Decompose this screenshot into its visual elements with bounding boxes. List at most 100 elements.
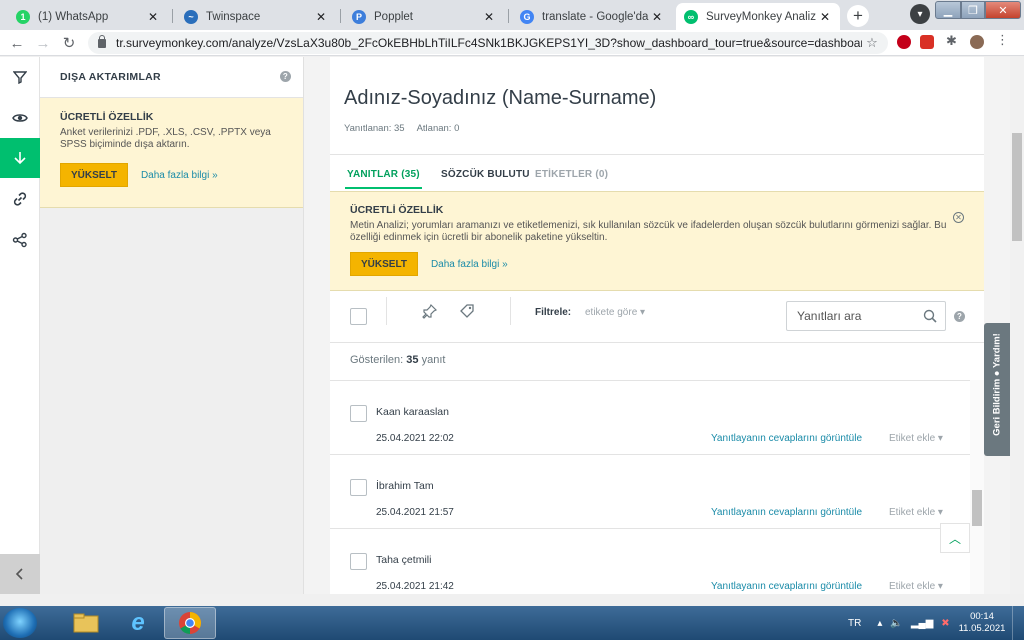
scroll-thumb[interactable] xyxy=(1012,133,1022,241)
new-tab-button[interactable]: + xyxy=(847,5,869,27)
maximize-button[interactable]: ❐ xyxy=(961,1,985,19)
help-icon[interactable]: ? xyxy=(954,311,965,322)
banner-learn-more-link[interactable]: Daha fazla bilgi » xyxy=(431,259,508,270)
tab-word-cloud[interactable]: SÖZCÜK BULUTU xyxy=(441,169,530,180)
close-icon[interactable]: ✕ xyxy=(314,10,328,24)
tag-filter-value: etikete göre xyxy=(585,307,638,318)
skipped-count: Atlanan: 0 xyxy=(416,123,460,134)
help-icon[interactable]: ? xyxy=(280,71,291,82)
back-to-top-button[interactable]: ︿ xyxy=(940,523,970,553)
rail-link-button[interactable] xyxy=(0,179,40,219)
show-desktop-button[interactable] xyxy=(1012,606,1024,640)
list-scrollbar[interactable] xyxy=(970,380,984,594)
filter-icon xyxy=(13,71,27,84)
profile-avatar[interactable] xyxy=(970,35,984,49)
tray-expand-icon[interactable]: ▴ xyxy=(877,618,882,629)
add-tag-dropdown[interactable]: Etiket ekle ▾ xyxy=(889,581,943,592)
taskbar-chrome[interactable] xyxy=(164,607,216,639)
tag-filter-dropdown[interactable]: etikete göre ▾ xyxy=(585,307,645,318)
system-tray: TR ▴ 🔈 ▂▄▆ ✖ xyxy=(848,606,950,640)
collapse-panel-button[interactable] xyxy=(0,554,40,594)
whatsapp-icon: 1 xyxy=(16,9,30,24)
learn-more-link[interactable]: Daha fazla bilgi » xyxy=(141,170,218,181)
view-responses-link[interactable]: Yanıtlayanın cevaplarını görüntüle xyxy=(711,507,862,518)
select-all-checkbox[interactable] xyxy=(350,308,367,325)
caret-down-icon: ▾ xyxy=(937,507,943,518)
row-checkbox[interactable] xyxy=(350,553,367,570)
browser-tab-google[interactable]: G translate - Google'da Ara ✕ xyxy=(512,3,672,30)
close-icon[interactable]: ✕ xyxy=(953,212,964,223)
browser-tab-twinspace[interactable]: ~ Twinspace ✕ xyxy=(176,3,336,30)
pin-icon[interactable] xyxy=(422,303,438,319)
filter-bar: Filtrele: etikete göre ▾ ? xyxy=(330,291,984,343)
search-icon[interactable] xyxy=(923,309,937,323)
extensions-puzzle-icon[interactable]: ✱ xyxy=(946,33,960,48)
shown-count: 35 xyxy=(406,354,419,366)
kebab-menu-icon[interactable]: ⋮ xyxy=(996,32,1009,47)
rail-filter-button[interactable] xyxy=(0,57,40,97)
scroll-thumb[interactable] xyxy=(972,490,982,526)
reload-icon[interactable]: ↻ xyxy=(60,34,78,52)
rail-share-button[interactable] xyxy=(0,220,40,260)
view-responses-link[interactable]: Yanıtlayanın cevaplarını görüntüle xyxy=(711,581,862,592)
taskbar-internet-explorer[interactable]: e xyxy=(112,607,164,639)
address-bar[interactable]: tr.surveymonkey.com/analyze/VzsLaX3u80b_… xyxy=(88,32,888,54)
response-row: Taha çetmili 25.04.2021 21:42 Yanıtlayan… xyxy=(330,529,970,594)
rail-view-button[interactable] xyxy=(0,98,40,138)
add-tag-dropdown[interactable]: Etiket ekle ▾ xyxy=(889,507,943,518)
tab-separator xyxy=(340,9,341,23)
taskbar-clock[interactable]: 00:14 11.05.2021 xyxy=(956,611,1008,635)
browser-tab-whatsapp[interactable]: 1 (1) WhatsApp ✕ xyxy=(8,3,168,30)
start-button[interactable] xyxy=(3,608,37,638)
answered-count: Yanıtlanan: 35 xyxy=(344,123,405,134)
search-box[interactable] xyxy=(786,301,946,331)
tab-title: Twinspace xyxy=(206,10,261,23)
banner-upgrade-button[interactable]: YÜKSELT xyxy=(350,252,418,276)
clock-date: 11.05.2021 xyxy=(958,623,1006,634)
window-close-button[interactable]: ✕ xyxy=(985,1,1021,19)
close-icon[interactable]: ✕ xyxy=(482,10,496,24)
analysis-content: Adınız-Soyadınız (Name-Surname) Yanıtlan… xyxy=(330,57,984,594)
tag-icon[interactable] xyxy=(459,303,475,319)
extension-red-icon[interactable] xyxy=(920,35,934,49)
browser-tab-surveymonkey[interactable]: ∞ SurveyMonkey Analiz - Proje ✕ xyxy=(676,3,840,30)
add-tag-dropdown[interactable]: Etiket ekle ▾ xyxy=(889,433,943,444)
close-icon[interactable]: ✕ xyxy=(146,10,160,24)
tab-tags[interactable]: ETİKETLER (0) xyxy=(535,169,608,180)
bookmark-star-icon[interactable]: ☆ xyxy=(862,35,882,51)
page-scrollbar[interactable] xyxy=(1010,57,1024,594)
divider xyxy=(386,297,387,325)
volume-icon[interactable]: 🔈 xyxy=(890,618,902,629)
extension-youtube-icon[interactable] xyxy=(897,35,911,49)
caret-down-icon: ▾ xyxy=(937,581,943,592)
response-stats: Yanıtlanan: 35 Atlanan: 0 xyxy=(344,123,459,134)
close-icon[interactable]: ✕ xyxy=(818,10,832,24)
rail-export-button[interactable] xyxy=(0,138,40,178)
question-title: Adınız-Soyadınız (Name-Surname) xyxy=(344,87,657,109)
back-arrow-icon[interactable]: ← xyxy=(8,34,26,52)
chrome-menu-icon[interactable]: ▾ xyxy=(910,4,930,24)
row-checkbox[interactable] xyxy=(350,479,367,496)
panel-title: DIŞA AKTARIMLAR xyxy=(60,71,161,83)
filter-label: Filtrele: xyxy=(535,307,572,318)
row-checkbox[interactable] xyxy=(350,405,367,422)
browser-tab-popplet[interactable]: P Popplet ✕ xyxy=(344,3,504,30)
minimize-button[interactable]: ▁ xyxy=(935,1,961,19)
network-icon[interactable]: ▂▄▆ xyxy=(911,618,933,629)
ie-icon: e xyxy=(131,609,145,636)
icon-rail xyxy=(0,57,40,594)
add-tag-label: Etiket ekle xyxy=(889,581,936,592)
search-input[interactable] xyxy=(797,309,917,323)
promo-text: Anket verilerinizi .PDF, .XLS, .CSV, .PP… xyxy=(60,127,271,150)
upgrade-button[interactable]: YÜKSELT xyxy=(60,163,128,187)
tab-responses[interactable]: YANITLAR (35) xyxy=(345,169,422,189)
view-responses-link[interactable]: Yanıtlayanın cevaplarını görüntüle xyxy=(711,433,862,444)
feedback-help-tab[interactable]: Geri Bildirim ● Yardım! xyxy=(984,323,1010,456)
taskbar-explorer[interactable] xyxy=(60,607,112,639)
language-indicator[interactable]: TR xyxy=(848,618,861,629)
action-center-icon[interactable]: ✖ xyxy=(941,618,949,629)
close-icon[interactable]: ✕ xyxy=(650,10,664,24)
forward-arrow-icon[interactable]: → xyxy=(34,34,52,52)
page-viewport: DIŞA AKTARIMLAR ? ÜCRETLİ ÖZELLİK Anket … xyxy=(0,57,1024,594)
response-date: 25.04.2021 21:57 xyxy=(376,507,454,518)
